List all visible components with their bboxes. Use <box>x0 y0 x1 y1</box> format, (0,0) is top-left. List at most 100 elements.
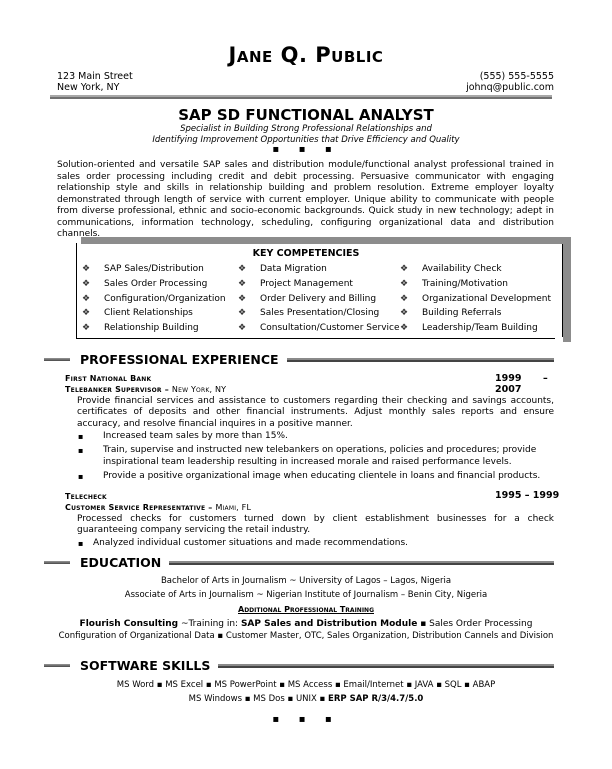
section-rule <box>204 664 554 668</box>
name-last-rest: UBLIC <box>331 48 384 66</box>
competency-item: ❖ Configuration/Organization <box>82 292 226 307</box>
tagline: Specialist in Building Strong Profession… <box>0 124 612 146</box>
job-bullet: Provide a positive organizational image … <box>77 471 554 483</box>
address-line-1: 123 Main Street <box>57 71 133 82</box>
diamond-bullet-icon: ❖ <box>238 278 247 289</box>
competency-label: Training/Motivation <box>422 278 508 289</box>
software-skills-line-2: MS Windows ▪ MS Dos ▪ UNIX ▪ ERP SAP R/3… <box>0 692 612 706</box>
diamond-bullet-icon: ❖ <box>400 293 409 304</box>
competency-item: ❖ Sales Order Processing <box>82 277 226 292</box>
competency-label: Sales Order Processing <box>104 278 208 289</box>
diamond-bullet-icon: ❖ <box>400 264 409 274</box>
job-year-end: 2007 <box>495 384 522 395</box>
email-address: johnq@public.com <box>466 82 554 93</box>
job-role: Customer Service Representative <box>65 503 206 512</box>
competency-label: Order Delivery and Billing <box>260 293 377 304</box>
tagline-line-1: Specialist in Building Strong Profession… <box>180 124 432 134</box>
software-skills-erp: ERP SAP R/3/4.7/5.0 <box>328 694 424 704</box>
name-last-initial: P <box>315 43 332 67</box>
competency-label: Relationship Building <box>104 323 199 334</box>
job-company: Telecheck <box>65 492 107 501</box>
job-bullets: Analyzed individual customer situations … <box>77 538 554 552</box>
competencies-column-2: ❖ Data Migration ❖ Project Management ❖ Ord… <box>238 262 400 336</box>
address-line-2: New York, NY <box>57 82 120 93</box>
divider-dots: ▪ ▪ ▪ <box>272 144 340 155</box>
section-header-experience: PROFESSIONAL EXPERIENCE <box>44 352 554 368</box>
contact-block: (555) 555-5555 johnq@public.com <box>466 71 554 93</box>
training-organization: Flourish Consulting <box>79 619 179 629</box>
job-description: Processed checks for customers turned do… <box>77 514 554 536</box>
section-header-software: SOFTWARE SKILLS <box>44 658 554 674</box>
section-rule <box>164 561 554 565</box>
competency-item: ❖ Leadership/Team Building <box>400 321 551 336</box>
competency-label: Leadership/Team Building <box>422 323 538 334</box>
job-bullet: Increased team sales by more than 15%. <box>77 431 554 443</box>
competency-item: ❖ Project Management <box>238 277 400 292</box>
footer-divider-dots: ▪ ▪ ▪ <box>272 714 340 725</box>
training-topic: ▪ Sales Order Processing <box>417 619 533 629</box>
competency-label: Client Relationships <box>104 308 193 319</box>
competency-item: ❖ Availability Check <box>400 262 551 277</box>
job-company: First National Bank <box>65 374 152 383</box>
diamond-bullet-icon: ❖ <box>82 323 91 334</box>
diamond-bullet-icon: ❖ <box>238 264 247 274</box>
name-first-rest: ANE <box>236 48 273 66</box>
competency-item: ❖ Consultation/Customer Service <box>238 321 400 336</box>
section-lead-rule <box>44 358 70 361</box>
training-prefix: ~Training in: <box>178 619 241 629</box>
phone-number: (555) 555-5555 <box>479 71 554 82</box>
diamond-bullet-icon: ❖ <box>82 264 91 274</box>
education-degree: Bachelor of Arts in Journalism ~ Univers… <box>160 576 452 586</box>
candidate-name: JANE Q. PUBLIC <box>0 43 612 67</box>
competencies-column-3: ❖ Availability Check ❖ Training/Motivation… <box>400 262 551 336</box>
diamond-bullet-icon: ❖ <box>82 308 91 319</box>
diamond-bullet-icon: ❖ <box>82 278 91 289</box>
job-title: SAP SD FUNCTIONAL ANALYST <box>178 106 434 124</box>
competency-label: SAP Sales/Distribution <box>104 264 204 274</box>
job-role: Telebanker Supervisor <box>65 385 162 394</box>
section-title: EDUCATION <box>80 555 170 570</box>
training-module: SAP Sales and Distribution Module <box>240 619 418 629</box>
competency-item: ❖ Order Delivery and Billing <box>238 292 400 307</box>
competency-item: ❖ SAP Sales/Distribution <box>82 262 226 277</box>
job-years: 1995 – 1999 <box>495 490 560 501</box>
diamond-bullet-icon: ❖ <box>82 293 91 304</box>
education-degree: Associate of Arts in Journalism ~ Nigeri… <box>124 590 488 600</box>
header-divider <box>50 95 552 99</box>
training-line-2: Configuration of Organizational Data ▪ C… <box>58 631 554 641</box>
diamond-bullet-icon: ❖ <box>238 323 247 334</box>
section-lead-rule <box>44 664 70 667</box>
job-role-line: Telebanker Supervisor – New York, NY <box>65 385 227 394</box>
competency-label: Data Migration <box>260 264 327 274</box>
software-skills-line-1: MS Word ▪ MS Excel ▪ MS PowerPoint ▪ MS … <box>116 680 496 690</box>
diamond-bullet-icon: ❖ <box>400 323 409 334</box>
diamond-bullet-icon: ❖ <box>238 308 247 319</box>
competency-item: ❖ Training/Motivation <box>400 277 551 292</box>
diamond-bullet-icon: ❖ <box>238 293 247 304</box>
summary-paragraph: Solution-oriented and versatile SAP sale… <box>57 160 554 239</box>
section-rule <box>270 358 554 362</box>
competencies-title: KEY COMPETENCIES <box>252 248 360 259</box>
job-year-start: 1999 <box>495 373 522 384</box>
section-title: PROFESSIONAL EXPERIENCE <box>80 352 287 367</box>
software-skills-plain: MS Windows ▪ MS Dos ▪ UNIX ▪ <box>188 694 329 704</box>
section-header-education: EDUCATION <box>44 555 554 571</box>
training-line-1: Flourish Consulting ~Training in: SAP Sa… <box>0 618 612 630</box>
competency-label: Project Management <box>260 278 353 289</box>
job-bullet: Train, supervise and instructed new tele… <box>77 445 554 468</box>
section-title: SOFTWARE SKILLS <box>80 658 219 673</box>
competency-item: ❖ Organizational Development <box>400 292 551 307</box>
competency-item: ❖ Data Migration <box>238 262 400 277</box>
competency-label: Sales Presentation/Closing <box>260 308 380 319</box>
diamond-bullet-icon: ❖ <box>400 308 409 319</box>
job-year-dash: – <box>543 373 548 384</box>
competency-label: Building Referrals <box>422 308 502 319</box>
competency-item: ❖ Sales Presentation/Closing <box>238 306 400 321</box>
job-role-line: Customer Service Representative – Miami,… <box>65 503 252 512</box>
section-lead-rule <box>44 561 70 564</box>
competency-label: Consultation/Customer Service <box>260 323 400 334</box>
competencies-column-1: ❖ SAP Sales/Distribution ❖ Sales Order Pro… <box>82 262 226 336</box>
job-bullet: Analyzed individual customer situations … <box>77 538 554 550</box>
job-location: Miami, FL <box>215 503 252 512</box>
competency-label: Availability Check <box>422 264 502 274</box>
